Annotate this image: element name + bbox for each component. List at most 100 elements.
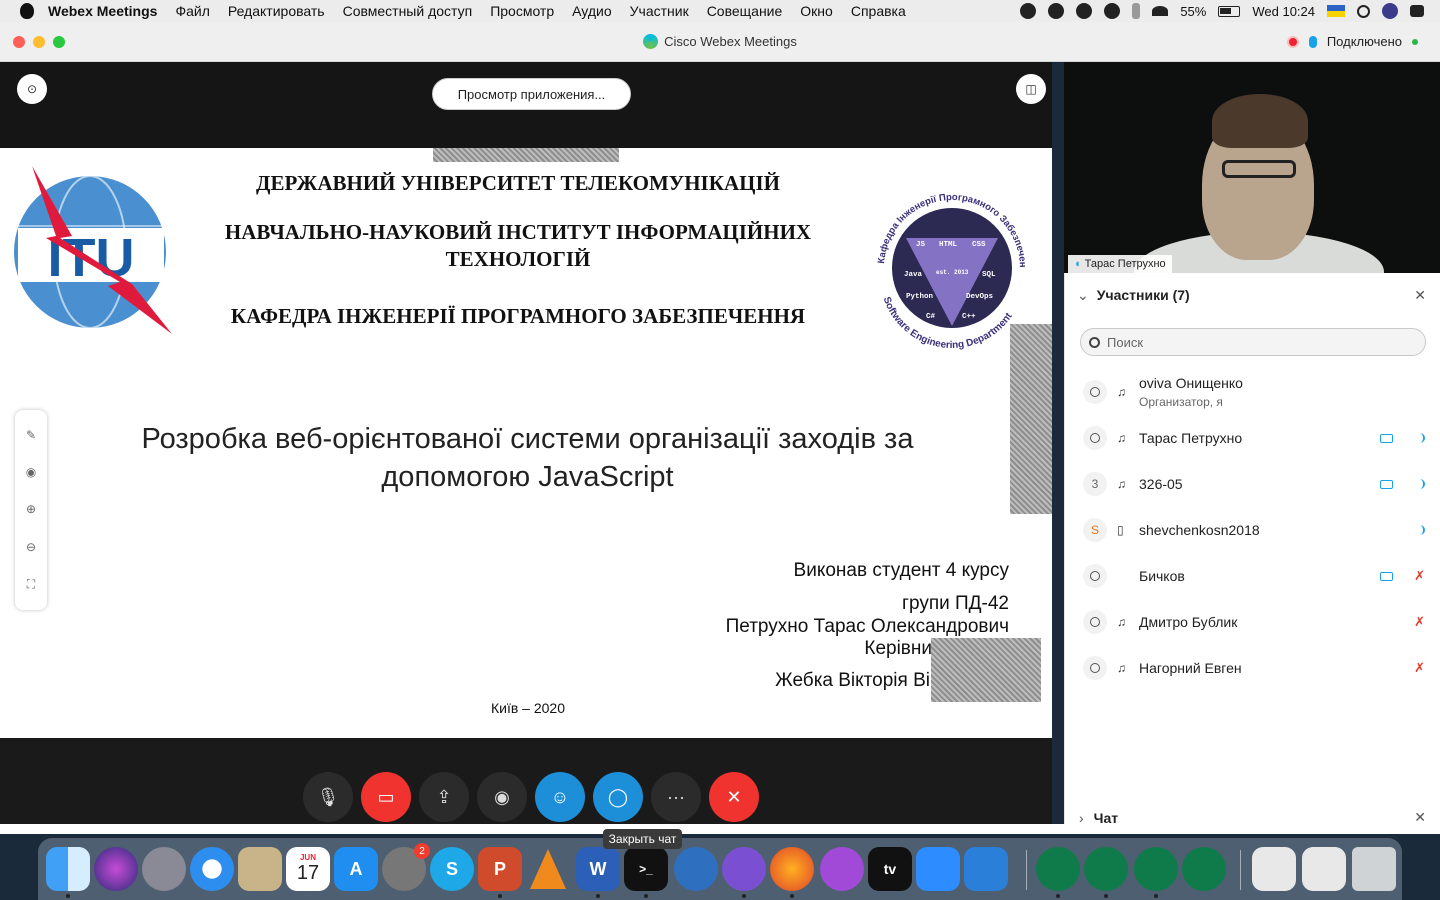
participant-row[interactable]: 3 ♫ 326-05 — [1065, 461, 1440, 507]
keyboard-layout-flag-icon[interactable] — [1327, 5, 1345, 17]
layout-toggle-button[interactable]: ◫ — [1016, 74, 1046, 104]
vlc-cone — [530, 849, 566, 889]
record-button[interactable]: ◉ — [477, 772, 527, 822]
dept-tag-devops: DevOps — [966, 293, 994, 301]
participants-header[interactable]: ⌄ Участники (7) ✕ — [1077, 285, 1426, 305]
participant-search-input[interactable]: Поиск — [1080, 328, 1426, 356]
running-indicator — [66, 894, 70, 898]
participant-name: Тарас Петрухно — [1139, 430, 1243, 446]
zoom-window-button[interactable] — [53, 35, 65, 48]
recording-indicator-icon[interactable] — [1286, 35, 1299, 48]
safari-icon[interactable] — [190, 847, 234, 891]
document-stack-icon[interactable] — [1252, 847, 1296, 891]
mute-button[interactable]: 🎙 — [303, 772, 353, 822]
menu-audio[interactable]: Аудио — [563, 3, 621, 19]
minimize-window-button[interactable] — [33, 35, 45, 48]
more-options-button[interactable]: ··· — [651, 772, 701, 822]
zoom-out-icon[interactable]: ⊖ — [26, 540, 36, 554]
close-window-button[interactable] — [13, 35, 25, 48]
finder-icon[interactable] — [46, 847, 90, 898]
app-store-icon[interactable]: A — [334, 847, 378, 891]
webex-meetings-icon[interactable] — [1036, 847, 1080, 898]
video-button[interactable]: ▭ — [361, 772, 411, 822]
participant-row[interactable]: ♫ Тарас Петрухно — [1065, 415, 1440, 461]
vlc-icon[interactable] — [526, 847, 570, 891]
wifi-icon[interactable] — [1152, 6, 1169, 16]
menu-share[interactable]: Совместный доступ — [334, 3, 482, 19]
viber-tray-icon[interactable] — [1020, 3, 1037, 19]
battery-icon[interactable] — [1218, 5, 1241, 17]
view-application-button[interactable]: Просмотр приложения... — [432, 78, 631, 110]
word-icon[interactable]: W — [576, 847, 620, 898]
firefox-icon[interactable] — [770, 847, 814, 898]
stage-info-button[interactable]: ⊙ — [17, 74, 47, 104]
zoom-in-icon[interactable]: ⊕ — [26, 502, 36, 516]
spotlight-search-icon[interactable] — [1357, 4, 1370, 18]
chat-button[interactable]: ◯ — [593, 772, 643, 822]
siri-icon[interactable] — [1382, 3, 1398, 19]
author-line-4: Керівни — [864, 638, 932, 659]
fit-screen-icon[interactable]: ⛶ — [27, 577, 35, 592]
slide-title: Розробка веб-орієнтованої системи органі… — [60, 420, 995, 496]
participants-button[interactable]: ☺ — [535, 772, 585, 822]
menu-window[interactable]: Окно — [791, 3, 842, 19]
mic-status-icon[interactable] — [1308, 35, 1317, 48]
user-icon — [1090, 617, 1100, 627]
bluetooth-icon[interactable] — [1132, 3, 1141, 19]
macos-menu-bar: Webex Meetings Файл Редактировать Совмес… — [0, 0, 1440, 22]
menu-help[interactable]: Справка — [842, 3, 915, 19]
webex-dock-icon[interactable] — [674, 847, 718, 891]
trash-icon[interactable] — [1352, 847, 1396, 891]
terminal-icon[interactable]: >_ — [624, 847, 668, 898]
menu-participant[interactable]: Участник — [621, 3, 698, 19]
slide-header-university: ДЕРЖАВНИЙ УНІВЕРСИТЕТ ТЕЛЕКОМУНІКАЦІЙ — [256, 171, 780, 195]
webex-teams-icon[interactable] — [1182, 847, 1226, 891]
slide-header-institute-cont: ТЕХНОЛОГІЙ — [445, 247, 591, 271]
zoom-icon[interactable] — [916, 847, 960, 891]
viber-icon[interactable] — [722, 847, 766, 898]
cloud-tray-icon[interactable] — [1048, 3, 1065, 19]
leave-meeting-button[interactable]: ✕ — [709, 772, 759, 822]
control-center-icon[interactable] — [1410, 5, 1424, 17]
menu-meeting[interactable]: Совещание — [698, 3, 792, 19]
chevron-down-icon[interactable]: ⌄ — [1077, 287, 1089, 304]
menu-view[interactable]: Просмотр — [481, 3, 563, 19]
participant-row[interactable]: ♫ oviva Онищенко Организатор, я — [1065, 369, 1440, 415]
participant-name: Нагорний Евген — [1139, 660, 1242, 676]
slide-title-line2: допомогою JavaScript — [381, 461, 674, 493]
menu-edit[interactable]: Редактировать — [219, 3, 334, 19]
annotate-pen-icon[interactable]: ✎ — [26, 428, 36, 442]
audio-on-icon — [1419, 433, 1425, 443]
participants-icon: ☺ — [550, 786, 570, 807]
share-button[interactable]: ⇪ — [419, 772, 469, 822]
participant-row[interactable]: ♫ Нагорний Евген ✗ — [1065, 645, 1440, 691]
sync-tray-icon[interactable] — [1076, 3, 1093, 19]
menu-file[interactable]: Файл — [166, 3, 218, 19]
audio-on-icon — [1419, 479, 1425, 489]
files-icon[interactable] — [964, 847, 1008, 891]
webex-tray-icon[interactable] — [1104, 3, 1121, 19]
powerpoint-icon[interactable]: P — [478, 847, 522, 898]
participant-row[interactable]: S ▯ shevchenkosn2018 — [1065, 507, 1440, 553]
participant-row[interactable]: Бичков ✗ — [1065, 553, 1440, 599]
annotate-pointer-icon[interactable]: ◉ — [26, 465, 36, 479]
menu-app-name[interactable]: Webex Meetings — [48, 3, 166, 19]
downloads-stack-icon[interactable] — [1302, 847, 1346, 891]
active-speaker-video[interactable]: ◖ Тарас Петрухно — [1064, 62, 1440, 273]
system-preferences-icon[interactable]: 2 — [382, 843, 430, 891]
meeting-control-bar: 🎙 ▭ ⇪ ◉ ☺ ◯ ··· ✕ — [0, 738, 1052, 824]
webex-error-icon[interactable] — [1084, 847, 1128, 898]
podcasts-icon[interactable] — [820, 847, 864, 891]
apple-tv-icon[interactable]: tv — [868, 847, 912, 891]
clock[interactable]: Wed 10:24 — [1252, 4, 1315, 19]
calendar-icon[interactable]: JUN 17 — [286, 847, 330, 891]
close-participants-icon[interactable]: ✕ — [1414, 287, 1426, 304]
siri-icon[interactable] — [94, 847, 138, 891]
close-icon: ✕ — [726, 786, 742, 807]
webex-app-icon[interactable] — [1134, 847, 1178, 898]
launchpad-icon[interactable] — [142, 847, 186, 891]
apple-icon[interactable] — [20, 3, 34, 19]
preview-icon[interactable] — [238, 847, 282, 891]
participant-row[interactable]: ♫ Дмитро Бублик ✗ — [1065, 599, 1440, 645]
skype-icon[interactable]: S — [430, 847, 474, 891]
